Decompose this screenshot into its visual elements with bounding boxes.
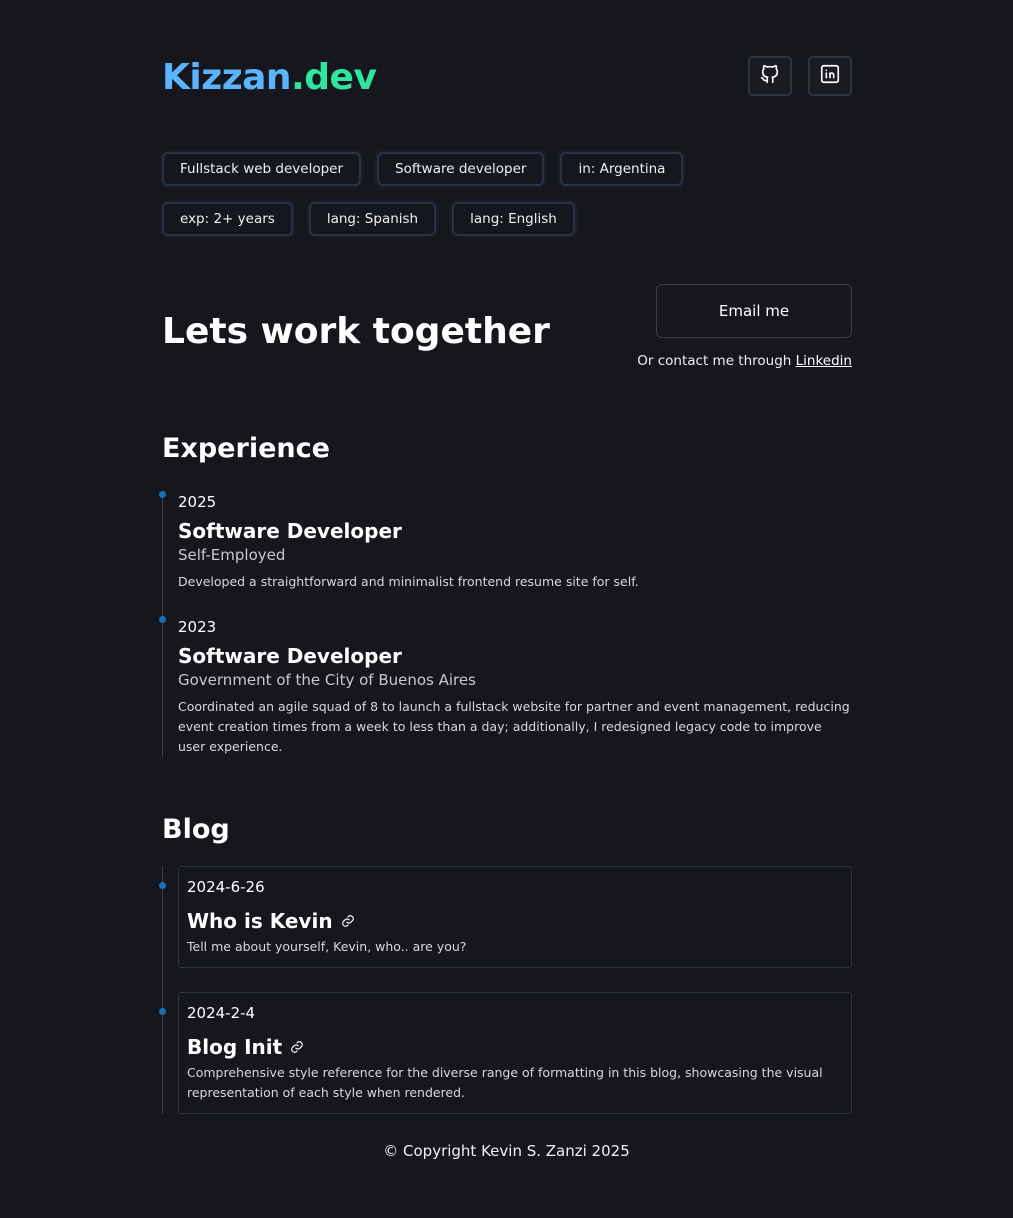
linkedin-icon bbox=[819, 63, 841, 89]
blog-date: 2024-6-26 bbox=[187, 878, 265, 896]
experience-title: Experience bbox=[162, 433, 330, 464]
logo-domain: .dev bbox=[291, 57, 377, 98]
link-icon bbox=[290, 1040, 304, 1054]
timeline-dot bbox=[159, 1008, 166, 1015]
experience-role: Software Developer bbox=[178, 644, 402, 668]
timeline-dot bbox=[159, 491, 166, 498]
blog-timeline: 2024-6-26 Who is Kevin Tell me about you… bbox=[159, 866, 852, 1114]
tag: lang: Spanish bbox=[308, 202, 437, 236]
experience-item: 2023 Software Developer Government of th… bbox=[159, 616, 852, 757]
tag: exp: 2+ years bbox=[162, 202, 293, 236]
blog-description: Comprehensive style reference for the di… bbox=[187, 1065, 823, 1100]
experience-year: 2023 bbox=[178, 618, 217, 636]
experience-description: Developed a straightforward and minimali… bbox=[178, 574, 639, 589]
experience-description: Coordinated an agile squad of 8 to launc… bbox=[178, 699, 850, 754]
blog-card[interactable]: 2024-2-4 Blog Init Comprehensive style r… bbox=[178, 992, 852, 1114]
blog-item: 2024-6-26 Who is Kevin Tell me about you… bbox=[159, 866, 852, 968]
blog-date: 2024-2-4 bbox=[187, 1004, 256, 1022]
linkedin-link[interactable]: Linkedin bbox=[796, 353, 852, 369]
logo-name: Kizzan bbox=[162, 57, 292, 98]
github-button[interactable] bbox=[748, 56, 792, 96]
blog-section: Blog 2024-6-26 Who is Kevin Tell me abou… bbox=[159, 813, 852, 1114]
contact-prefix: Or contact me through bbox=[637, 353, 792, 369]
blog-title-row: Blog Init bbox=[187, 1035, 843, 1059]
social-links bbox=[748, 56, 852, 96]
timeline-dot bbox=[159, 882, 166, 889]
header: Kizzan.dev bbox=[162, 0, 852, 152]
tag: Fullstack web developer bbox=[162, 152, 362, 186]
linkedin-button[interactable] bbox=[808, 56, 852, 96]
blog-item: 2024-2-4 Blog Init Comprehensive style r… bbox=[159, 992, 852, 1114]
contact-line: Or contact me through Linkedin bbox=[637, 353, 852, 369]
site-logo[interactable]: Kizzan.dev bbox=[162, 56, 377, 100]
footer-copyright: © Copyright Kevin S. Zanzi 2025 bbox=[383, 1142, 630, 1160]
tag: in: Argentina bbox=[560, 152, 684, 186]
email-button[interactable]: Email me bbox=[656, 284, 852, 338]
blog-title-row: Who is Kevin bbox=[187, 909, 843, 933]
blog-post-title[interactable]: Blog Init bbox=[187, 1035, 282, 1059]
experience-role: Software Developer bbox=[178, 519, 402, 543]
tag: lang: English bbox=[452, 202, 575, 236]
experience-timeline: 2025 Software Developer Self-Employed De… bbox=[159, 491, 852, 757]
blog-title: Blog bbox=[162, 814, 230, 845]
hero: Lets work together Email me Or contact m… bbox=[162, 284, 852, 414]
timeline-dot bbox=[159, 616, 166, 623]
experience-year: 2025 bbox=[178, 493, 217, 511]
tag-list: Fullstack web developer Software develop… bbox=[162, 152, 802, 236]
hero-title: Lets work together bbox=[162, 311, 550, 352]
page-container: Kizzan.dev Fullstack web developer Softw… bbox=[159, 0, 852, 1114]
blog-card[interactable]: 2024-6-26 Who is Kevin Tell me about you… bbox=[178, 866, 852, 968]
experience-item: 2025 Software Developer Self-Employed De… bbox=[159, 491, 852, 592]
blog-description: Tell me about yourself, Kevin, who.. are… bbox=[187, 939, 467, 954]
experience-section: Experience 2025 Software Developer Self-… bbox=[159, 432, 852, 757]
experience-company: Government of the City of Buenos Aires bbox=[178, 671, 476, 689]
link-icon bbox=[341, 914, 355, 928]
github-icon bbox=[759, 63, 781, 89]
tag: Software developer bbox=[377, 152, 545, 186]
experience-company: Self-Employed bbox=[178, 546, 286, 564]
blog-post-title[interactable]: Who is Kevin bbox=[187, 909, 333, 933]
